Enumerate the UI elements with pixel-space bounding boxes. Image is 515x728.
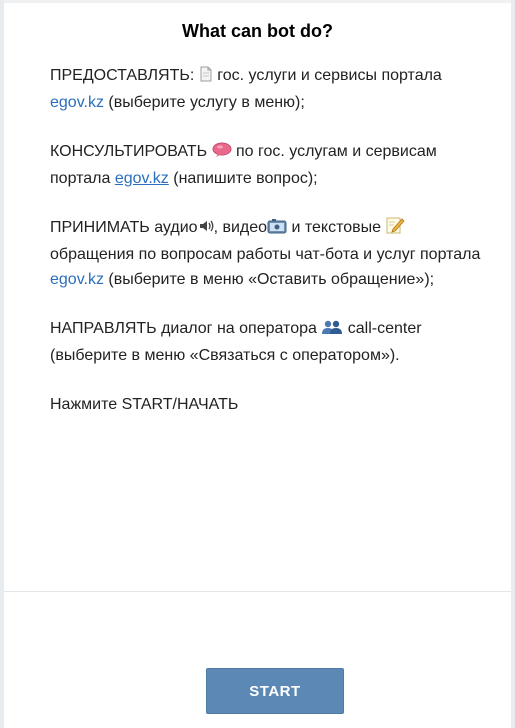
paragraph-consult: КОНСУЛЬТИРОВАТЬ по гос. услугам и сервис… [50,139,490,191]
text: (выберите услугу в меню); [103,94,305,111]
speech-bubble-icon [212,141,232,166]
bot-info-panel: What can bot do? ПРЕДОСТАВЛЯТЬ: гос. усл… [0,0,515,728]
egov-link[interactable]: egov.kz [50,94,104,111]
start-button[interactable]: START [206,668,344,714]
text: гос. услуги и сервисы портала [212,67,442,84]
divider [4,591,511,592]
text: НАПРАВЛЯТЬ диалог на оператора [50,320,322,337]
paragraph-press-start: Нажмите START/НАЧАТЬ [50,396,239,413]
text: ПРИНИМАТЬ аудио [50,219,198,236]
text: обращения по вопросам работы чат-бота и … [50,246,481,263]
paragraph-provide: ПРЕДОСТАВЛЯТЬ: гос. услуги и сервисы пор… [50,63,490,115]
paragraph-accept: ПРИНИМАТЬ аудио , видео и текстовые обращ… [50,215,490,292]
content-panel: What can bot do? ПРЕДОСТАВЛЯТЬ: гос. усл… [4,3,511,728]
bot-description: ПРЕДОСТАВЛЯТЬ: гос. услуги и сервисы пор… [50,63,490,441]
text: (выберите в меню «Оставить обращение»); [103,271,435,288]
page-title: What can bot do? [182,21,333,41]
text: (напишите вопрос); [168,170,318,187]
pencil-note-icon [385,216,406,242]
video-icon [267,217,287,242]
paragraph-redirect: НАПРАВЛЯТЬ диалог на оператора call-cent… [50,316,490,368]
egov-link[interactable]: egov.kz [50,271,104,288]
text: , видео [213,219,268,236]
text: КОНСУЛЬТИРОВАТЬ [50,143,212,160]
document-icon [199,65,213,90]
speaker-icon [198,217,214,242]
text: ПРЕДОСТАВЛЯТЬ: [50,67,199,84]
people-icon [321,318,343,343]
right-edge [511,0,515,728]
egov-link[interactable]: egov.kz [115,170,169,187]
text: и текстовые [287,219,386,236]
